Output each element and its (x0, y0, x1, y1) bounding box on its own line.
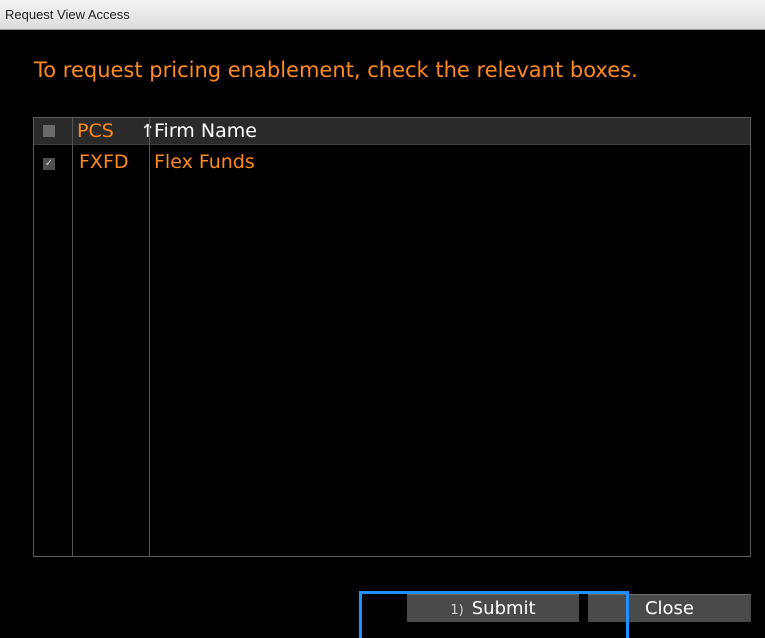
window-title: Request View Access (5, 7, 130, 22)
row-pcs: FXFD (79, 151, 129, 173)
request-view-access-dialog: Request View Access To request pricing e… (0, 0, 765, 638)
title-bar[interactable]: Request View Access (0, 0, 765, 30)
sort-ascending-icon: ↑ (140, 121, 156, 142)
submit-shortcut-label: 1) (450, 603, 464, 618)
submit-button[interactable]: 1) Submit (407, 594, 579, 622)
table-header: PCS ↑ Firm Name (34, 118, 750, 145)
close-label: Close (644, 598, 695, 619)
firm-table: PCS ↑ Firm Name ✓ FXFD Flex Funds (33, 117, 751, 557)
column-header-firm-name[interactable]: Firm Name (154, 120, 257, 142)
submit-label: Submit (471, 598, 536, 619)
instructions-text: To request pricing enablement, check the… (34, 58, 638, 82)
select-all-checkbox[interactable] (43, 125, 55, 137)
close-button[interactable]: Close (588, 594, 751, 622)
row-checkbox[interactable]: ✓ (43, 158, 55, 170)
column-divider (149, 118, 150, 556)
column-header-pcs[interactable]: PCS (77, 120, 114, 142)
row-firm-name: Flex Funds (154, 151, 255, 173)
column-divider (72, 118, 73, 556)
